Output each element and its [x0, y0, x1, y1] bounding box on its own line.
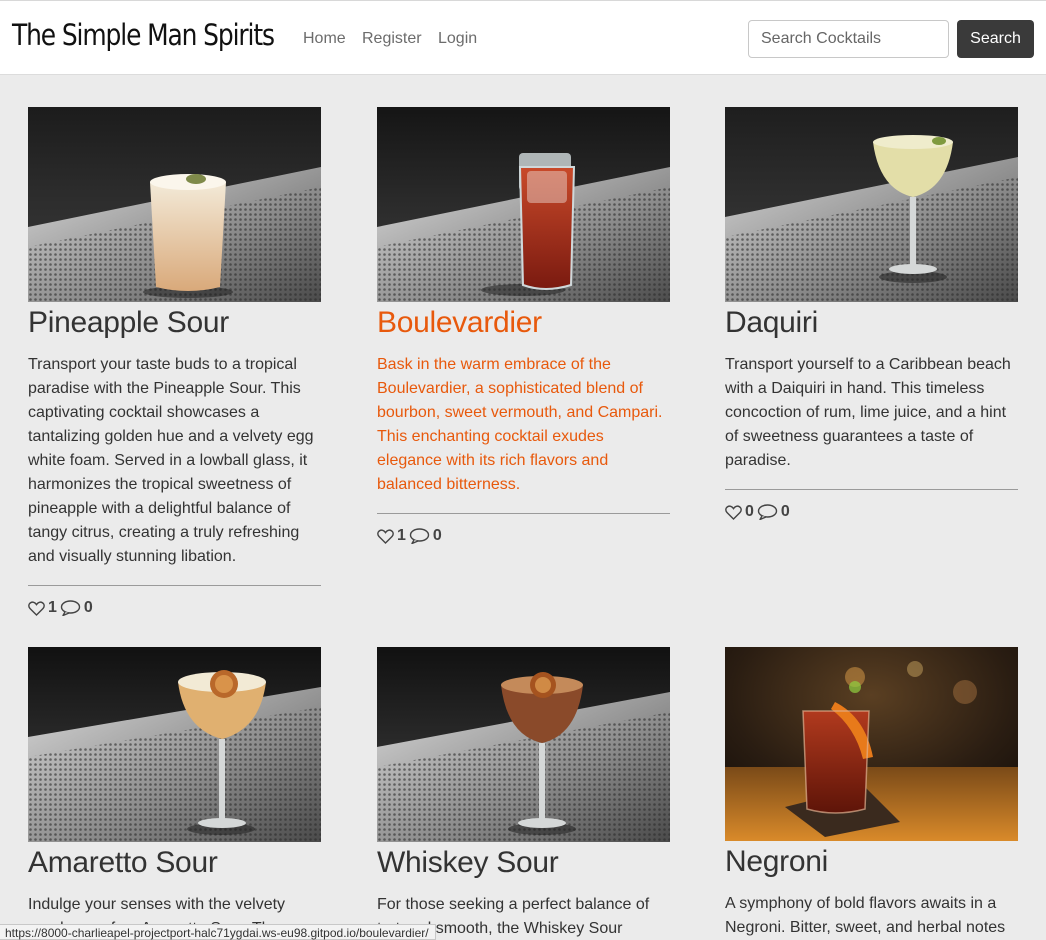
- card-title[interactable]: Amaretto Sour: [28, 845, 321, 881]
- card-description: A symphony of bold flavors awaits in a N…: [725, 895, 1006, 936]
- comment-icon[interactable]: [409, 528, 430, 544]
- comments-count: 0: [780, 503, 790, 520]
- cocktail-card-daquiri[interactable]: Daquiri Transport yourself to a Caribbea…: [725, 107, 1018, 524]
- card-description: Bask in the warm embrace of the Boulevar…: [377, 356, 663, 493]
- link-status-bar: https://8000-charlieapel-projectport-hal…: [0, 924, 436, 940]
- card-title[interactable]: Daquiri: [725, 305, 1018, 341]
- card-title[interactable]: Whiskey Sour: [377, 845, 670, 881]
- navbar: The Simple Man Spirits Home Register Log…: [0, 0, 1046, 75]
- card-divider: [377, 513, 670, 514]
- cocktail-card-negroni[interactable]: Negroni A symphony of bold flavors await…: [725, 647, 1018, 940]
- cocktail-card-boulevardier[interactable]: Boulevardier Bask in the warm embrace of…: [377, 107, 670, 548]
- card-description: Transport yourself to a Caribbean beach …: [725, 356, 1011, 469]
- comments-count: 0: [432, 527, 442, 544]
- card-title[interactable]: Negroni: [725, 844, 1018, 880]
- card-stats: 0 0: [725, 500, 1018, 524]
- cocktail-image[interactable]: [377, 107, 670, 302]
- card-title[interactable]: Pineapple Sour: [28, 305, 321, 341]
- card-stats: 1 0: [377, 524, 670, 548]
- card-divider: [725, 489, 1018, 490]
- brand-logo[interactable]: The Simple Man Spirits: [12, 18, 275, 52]
- search-button[interactable]: Search: [957, 20, 1034, 58]
- card-stats: 1 0: [28, 596, 321, 620]
- cocktail-card-amaretto-sour[interactable]: Amaretto Sour Indulge your senses with t…: [28, 647, 321, 940]
- card-title[interactable]: Boulevardier: [377, 305, 670, 341]
- cocktail-image[interactable]: [377, 647, 670, 842]
- nav-link-login[interactable]: Login: [438, 30, 477, 48]
- comments-count: 0: [83, 599, 93, 616]
- heart-icon[interactable]: [377, 528, 394, 544]
- comment-icon[interactable]: [60, 600, 81, 616]
- cocktail-image[interactable]: [28, 107, 321, 302]
- nav-link-home[interactable]: Home: [303, 30, 346, 48]
- card-divider: [28, 585, 321, 586]
- likes-count: 1: [48, 599, 57, 616]
- cocktail-card-whiskey-sour[interactable]: Whiskey Sour For those seeking a perfect…: [377, 647, 670, 940]
- cocktail-image[interactable]: [28, 647, 321, 842]
- likes-count: 0: [745, 503, 754, 520]
- search-input[interactable]: [748, 20, 949, 58]
- likes-count: 1: [397, 527, 406, 544]
- card-description: Transport your taste buds to a tropical …: [28, 356, 314, 565]
- heart-icon[interactable]: [725, 504, 742, 520]
- heart-icon[interactable]: [28, 600, 45, 616]
- cocktail-card-pineapple-sour[interactable]: Pineapple Sour Transport your taste buds…: [28, 107, 321, 620]
- cocktail-image[interactable]: [725, 107, 1018, 302]
- comment-icon[interactable]: [757, 504, 778, 520]
- nav-link-register[interactable]: Register: [362, 30, 422, 48]
- cocktail-image[interactable]: [725, 647, 1018, 841]
